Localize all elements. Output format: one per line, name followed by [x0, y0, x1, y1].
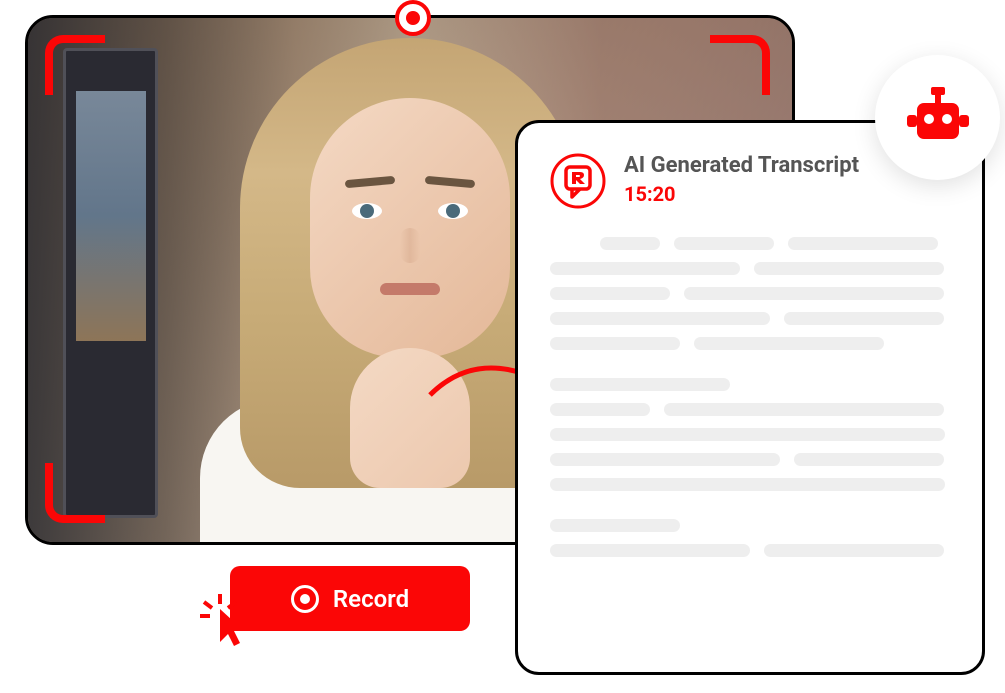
- viewfinder-corner-bottom-left: [45, 463, 105, 523]
- transcript-panel: AI Generated Transcript 15:20: [515, 120, 985, 675]
- viewfinder-corner-top-left: [45, 35, 105, 95]
- transcript-title: AI Generated Transcript: [624, 153, 859, 178]
- transcript-timestamp: 15:20: [624, 182, 859, 206]
- click-cursor-icon: [200, 594, 250, 658]
- robot-icon: [903, 83, 973, 153]
- viewfinder-corner-top-right: [710, 35, 770, 95]
- transcript-header: AI Generated Transcript 15:20: [550, 153, 950, 209]
- transcript-paragraph-placeholder: [550, 519, 950, 557]
- record-button-label: Record: [333, 585, 409, 613]
- record-button[interactable]: Record: [230, 566, 470, 631]
- transcript-paragraph-placeholder: [550, 378, 950, 491]
- recording-indicator-icon: [395, 0, 431, 36]
- transcript-paragraph-placeholder: [550, 237, 950, 350]
- background-door: [63, 48, 158, 518]
- app-logo-icon: [550, 153, 606, 209]
- ai-bot-badge: [875, 55, 1000, 180]
- record-icon: [291, 585, 319, 613]
